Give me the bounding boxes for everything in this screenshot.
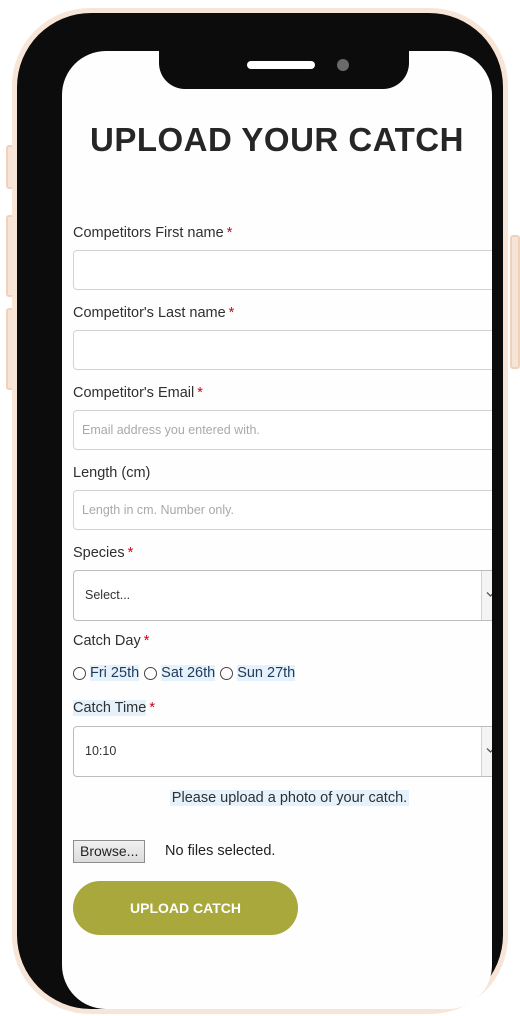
required-marker: * (228, 305, 235, 321)
catch-time-label-text: Catch Time (73, 700, 147, 716)
first-name-label: Competitors First name * (73, 225, 232, 241)
radio-button-icon[interactable] (220, 666, 234, 680)
catch-time-select-value: 10:10 (85, 744, 117, 758)
species-select-value: Select... (85, 588, 131, 602)
required-marker: * (197, 385, 203, 401)
first-name-input[interactable] (73, 250, 492, 290)
catch-day-option-fri[interactable]: Fri 25th (73, 665, 140, 681)
last-name-input[interactable] (73, 330, 492, 370)
catch-day-label: Catch Day * (73, 633, 149, 649)
catch-day-option-label: Sun 27th (237, 665, 296, 681)
species-label: Species * (73, 545, 133, 561)
catch-day-option-sun[interactable]: Sun 27th (220, 665, 296, 681)
required-marker: * (226, 225, 233, 241)
email-label-text: Competitor's Email (73, 385, 195, 401)
length-input[interactable] (73, 490, 492, 530)
phone-frame: UPLOAD YOUR CATCH Competitors First name… (17, 13, 503, 1009)
photo-upload-instruction: Please upload a photo of your catch. (62, 790, 492, 806)
radio-button-icon[interactable] (73, 666, 86, 680)
photo-upload-instruction-text: Please upload a photo of your catch. (169, 790, 410, 806)
species-label-text: Species (73, 545, 125, 561)
catch-day-option-label: Sat 26th (161, 665, 216, 681)
speaker-icon (247, 61, 315, 69)
catch-time-dropdown-toggle[interactable] (481, 727, 492, 776)
email-label: Competitor's Email * (73, 385, 203, 401)
length-label: Length (cm) (73, 465, 151, 481)
required-marker: * (127, 545, 134, 561)
chevron-down-icon (486, 748, 492, 753)
catch-time-label: Catch Time * (73, 700, 155, 716)
phone-power-button (510, 235, 520, 369)
phone-mockup: UPLOAD YOUR CATCH Competitors First name… (0, 0, 520, 1016)
last-name-label-text: Competitor's Last name (73, 305, 226, 321)
species-select[interactable]: Select... (73, 570, 492, 621)
catch-day-option-label: Fri 25th (90, 665, 140, 681)
species-dropdown-toggle[interactable] (481, 571, 492, 620)
phone-notch (159, 43, 409, 89)
catch-day-radio-group: Fri 25th Sat 26th Sun 27th (73, 665, 300, 681)
catch-day-label-text: Catch Day (73, 633, 141, 649)
first-name-label-text: Competitors First name (73, 225, 224, 241)
catch-time-select[interactable]: 10:10 (73, 726, 492, 777)
file-status: No files selected. (165, 843, 276, 859)
last-name-label: Competitor's Last name * (73, 305, 234, 321)
camera-icon (337, 59, 349, 71)
upload-catch-button[interactable]: UPLOAD CATCH (73, 881, 298, 935)
page-title: UPLOAD YOUR CATCH (90, 121, 464, 158)
radio-button-icon[interactable] (144, 666, 158, 680)
required-marker: * (149, 700, 155, 716)
required-marker: * (143, 633, 150, 649)
phone-screen: UPLOAD YOUR CATCH Competitors First name… (62, 51, 492, 1009)
catch-day-option-sat[interactable]: Sat 26th (144, 665, 216, 681)
email-input[interactable] (73, 410, 492, 450)
chevron-down-icon (486, 592, 492, 597)
browse-button[interactable]: Browse... (73, 840, 146, 863)
